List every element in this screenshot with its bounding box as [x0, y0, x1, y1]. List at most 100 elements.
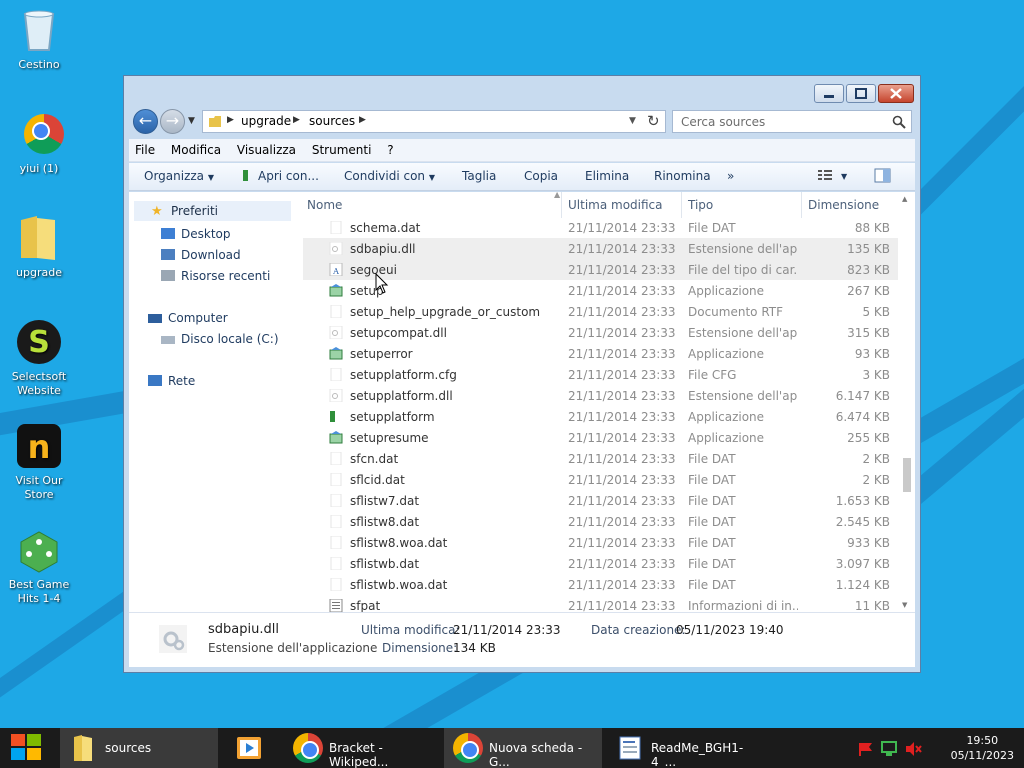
volume-muted-icon[interactable]: [904, 741, 922, 757]
desktop-icon-selectsoft[interactable]: S Selectsoft Website: [4, 318, 74, 398]
file-modified-date: 21/11/2014 23:33: [568, 221, 676, 235]
column-header-date[interactable]: Ultima modifica: [568, 198, 663, 212]
column-header-size[interactable]: Dimensione: [808, 198, 879, 212]
cut-button[interactable]: Taglia: [462, 169, 496, 183]
details-created-value: 05/11/2023 19:40: [676, 623, 784, 637]
taskbar-media-player[interactable]: [228, 728, 274, 768]
file-row[interactable]: sflistw8.dat 21/11/2014 23:33 File DAT 2.54…: [303, 511, 915, 532]
file-size: 933 KB: [847, 536, 890, 550]
start-button[interactable]: [0, 728, 54, 768]
taskbar-item-chrome-new-tab[interactable]: Nuova scheda - G...: [444, 728, 602, 768]
network-status-icon[interactable]: [880, 741, 898, 757]
file-modified-date: 21/11/2014 23:33: [568, 494, 676, 508]
file-row[interactable]: setup_help_upgrade_or_custom 21/11/2014 2…: [303, 301, 915, 322]
scroll-up-icon[interactable]: ▲: [902, 195, 907, 203]
nav-network[interactable]: Rete: [148, 374, 195, 388]
address-history-dropdown-icon[interactable]: ▼: [629, 116, 636, 126]
computer-icon: [148, 314, 162, 323]
file-row[interactable]: setuperror 21/11/2014 23:33 Applicazione 93…: [303, 343, 915, 364]
file-row[interactable]: sflistwb.woa.dat 21/11/2014 23:33 File DAT…: [303, 574, 915, 595]
file-row[interactable]: setupplatform.cfg 21/11/2014 23:33 File CF…: [303, 364, 915, 385]
view-dropdown-icon[interactable]: ▼: [841, 172, 847, 181]
open-with-button[interactable]: Apri con...: [243, 169, 319, 183]
file-row[interactable]: sdbapiu.dll 21/11/2014 23:33 Estensione de…: [303, 238, 915, 259]
minimize-button[interactable]: [814, 84, 844, 103]
nav-local-disk[interactable]: Disco locale (C:): [161, 332, 279, 346]
file-row[interactable]: schema.dat 21/11/2014 23:33 File DAT 88 KB: [303, 217, 915, 238]
file-file-icon: [329, 472, 343, 487]
scroll-down-icon[interactable]: ▼: [902, 601, 907, 609]
taskbar-item-readme[interactable]: ReadMe_BGH1-4_...: [606, 728, 764, 768]
search-input[interactable]: Cerca sources: [672, 110, 912, 133]
menu-file[interactable]: File: [129, 139, 161, 161]
menu-help[interactable]: ?: [381, 139, 399, 161]
file-row[interactable]: sflistw8.woa.dat 21/11/2014 23:33 File DAT…: [303, 532, 915, 553]
action-center-flag-icon[interactable]: [858, 742, 874, 756]
taskbar-item-chrome-wikipedia[interactable]: Bracket - Wikiped...: [284, 728, 438, 768]
menu-tools[interactable]: Strumenti: [306, 139, 378, 161]
file-size: 5 KB: [862, 305, 890, 319]
breadcrumb-upgrade[interactable]: upgrade: [241, 114, 291, 128]
menu-view[interactable]: Visualizza: [231, 139, 302, 161]
file-row[interactable]: sflcid.dat 21/11/2014 23:33 File DAT 2 KB: [303, 469, 915, 490]
file-file-icon: [329, 220, 343, 235]
file-name: sflistw8.dat: [350, 515, 420, 529]
sort-indicator-icon: ▲: [554, 192, 561, 199]
history-dropdown-icon[interactable]: ▼: [188, 116, 195, 126]
column-header-name[interactable]: Nome: [307, 198, 342, 212]
file-row[interactable]: sfpat 21/11/2014 23:33 Informazioni di in.…: [303, 595, 915, 612]
taskbar-item-label: Bracket - Wikiped...: [329, 741, 389, 768]
share-button[interactable]: Condividi con ▼: [344, 169, 435, 183]
menu-edit[interactable]: Modifica: [165, 139, 227, 161]
taskbar-item-explorer[interactable]: sources: [60, 728, 218, 768]
nav-desktop[interactable]: Desktop: [161, 227, 231, 241]
window-titlebar[interactable]: [124, 76, 920, 106]
nav-recent[interactable]: Risorse recenti: [161, 269, 270, 283]
file-row[interactable]: setupresume 21/11/2014 23:33 Applicazione 2…: [303, 427, 915, 448]
file-row[interactable]: sflistw7.dat 21/11/2014 23:33 File DAT 1.65…: [303, 490, 915, 511]
refresh-icon[interactable]: ↻: [647, 112, 660, 130]
chrome-icon: [15, 110, 64, 158]
file-name: setupplatform.dll: [350, 389, 453, 403]
more-commands-button[interactable]: »: [727, 169, 734, 183]
preview-pane-icon[interactable]: [874, 168, 891, 186]
desktop-icon-label: Cestino: [18, 58, 60, 71]
file-row[interactable]: setupplatform 21/11/2014 23:33 Applicazion…: [303, 406, 915, 427]
desktop-icon-upgrade-folder[interactable]: upgrade: [4, 214, 74, 280]
nav-computer[interactable]: Computer: [148, 311, 228, 325]
inf-file-icon: [329, 598, 343, 612]
view-options-icon[interactable]: [817, 168, 833, 185]
file-row[interactable]: sfcn.dat 21/11/2014 23:33 File DAT 2 KB: [303, 448, 915, 469]
desktop-icon-visit-store[interactable]: n Visit Our Store: [4, 422, 74, 502]
organize-button[interactable]: Organizza ▼: [144, 169, 214, 183]
file-row[interactable]: sflistwb.dat 21/11/2014 23:33 File DAT 3.09…: [303, 553, 915, 574]
file-row[interactable]: Asegoeui 21/11/2014 23:33 File del tipo di…: [303, 259, 915, 280]
file-type: Applicazione: [688, 347, 765, 361]
file-row[interactable]: setup 21/11/2014 23:33 Applicazione 267 KB: [303, 280, 915, 301]
desktop-icon-recycle-bin[interactable]: Cestino: [4, 6, 74, 72]
delete-button[interactable]: Elimina: [585, 169, 629, 183]
file-row[interactable]: setupplatform.dll 21/11/2014 23:33 Estensi…: [303, 385, 915, 406]
vertical-scrollbar[interactable]: ▲ ▼: [898, 192, 915, 612]
nav-favorites[interactable]: ★ Preferiti: [134, 201, 291, 221]
file-size: 1.653 KB: [835, 494, 890, 508]
file-type: Estensione dell'ap...: [688, 326, 798, 340]
file-row[interactable]: setupcompat.dll 21/11/2014 23:33 Estension…: [303, 322, 915, 343]
nav-download[interactable]: Download: [161, 248, 241, 262]
back-button[interactable]: ←: [133, 109, 158, 134]
desktop-icon-best-game-hits[interactable]: Best Game Hits 1-4: [4, 526, 74, 606]
download-folder-icon: [161, 249, 175, 260]
column-header-type[interactable]: Tipo: [688, 198, 713, 212]
copy-button[interactable]: Copia: [524, 169, 558, 183]
address-bar[interactable]: ▶ upgrade ▶ sources ▶ ▼ ↻: [202, 110, 666, 133]
system-clock[interactable]: 19:50 05/11/2023: [951, 733, 1014, 763]
file-type: Informazioni di in...: [688, 599, 798, 612]
rename-button[interactable]: Rinomina: [654, 169, 711, 183]
desktop-icon-chrome-shortcut[interactable]: yiui (1): [4, 110, 74, 176]
close-button[interactable]: [878, 84, 914, 103]
forward-button[interactable]: →: [160, 109, 185, 134]
breadcrumb-sources[interactable]: sources: [309, 114, 355, 128]
maximize-button[interactable]: [846, 84, 876, 103]
list-header: ▲ Nome Ultima modifica Tipo Dimensione: [303, 192, 915, 219]
scrollbar-thumb[interactable]: [903, 458, 911, 492]
